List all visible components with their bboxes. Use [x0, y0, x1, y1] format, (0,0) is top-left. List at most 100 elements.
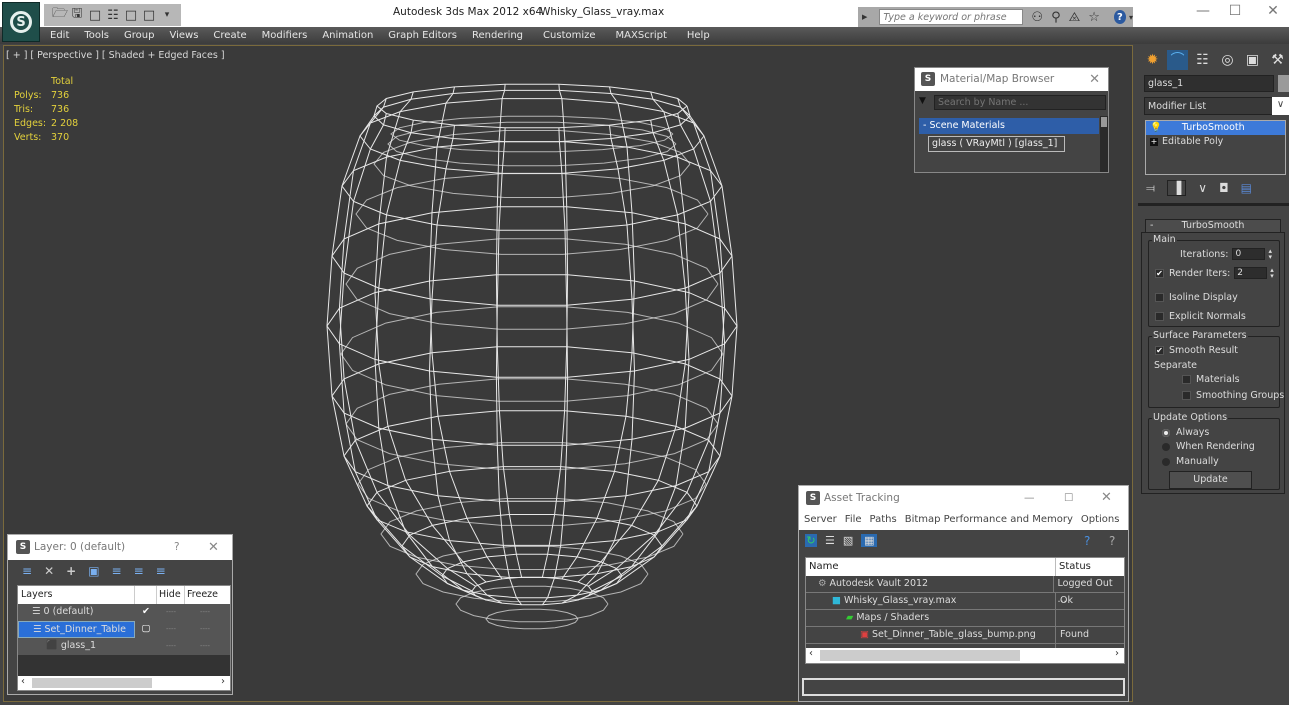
- menu-group[interactable]: Group: [124, 27, 154, 44]
- favorites-star-icon[interactable]: ☆: [1088, 10, 1100, 25]
- menu-options[interactable]: Options: [1081, 510, 1120, 530]
- scrollbar[interactable]: [1100, 116, 1108, 172]
- help-icon[interactable]: ?: [1113, 10, 1126, 24]
- scroll-right-icon[interactable]: ›: [1115, 648, 1119, 659]
- iterations-spinner[interactable]: 0: [1232, 248, 1266, 260]
- menu-animation[interactable]: Animation: [322, 27, 373, 44]
- asset-row[interactable]: ▣ Set_Dinner_Table_glass_bump.png Found: [806, 627, 1124, 644]
- scrollbar-thumb[interactable]: [32, 678, 152, 688]
- minimize-button[interactable]: —: [1188, 3, 1218, 23]
- asset-tracking-titlebar[interactable]: S Asset Tracking — ☐ ✕: [799, 486, 1128, 510]
- key-icon[interactable]: ⚲: [1051, 10, 1061, 25]
- expand-icon[interactable]: ▶: [862, 13, 867, 21]
- stack-item-turbosmooth[interactable]: 💡 TurboSmooth: [1146, 121, 1285, 135]
- hide-toggle[interactable]: ----: [157, 621, 185, 638]
- open-icon[interactable]: 🗁: [52, 4, 68, 26]
- column-current[interactable]: [135, 586, 157, 604]
- asset-row[interactable]: ▰ Maps / Shaders: [806, 610, 1124, 627]
- layer-manager-titlebar[interactable]: S Layer: 0 (default) ? ✕: [8, 535, 232, 560]
- render-iters-spinner[interactable]: 2: [1234, 267, 1268, 279]
- hide-all-icon[interactable]: ≡: [134, 564, 144, 578]
- asset-path-field[interactable]: [802, 678, 1125, 696]
- spinner-arrows-icon[interactable]: ▴ ▾: [1268, 248, 1276, 261]
- turbosmooth-rollout-header[interactable]: - TurboSmooth: [1145, 219, 1281, 233]
- close-icon[interactable]: ✕: [1101, 486, 1112, 510]
- freeze-toggle[interactable]: ----: [185, 638, 225, 655]
- freeze-all-icon[interactable]: ≡: [156, 564, 166, 578]
- freeze-toggle[interactable]: ----: [185, 621, 225, 638]
- asset-row[interactable]: ⚙ Autodesk Vault 2012 Logged Out ...: [806, 576, 1124, 605]
- table-view-icon[interactable]: ▦: [861, 534, 878, 547]
- hierarchy-tab-icon[interactable]: ☷: [1192, 50, 1213, 70]
- menu-graph-editors[interactable]: Graph Editors: [388, 27, 457, 44]
- modify-tab-icon[interactable]: ⌒: [1167, 50, 1188, 70]
- save-icon[interactable]: 🖫: [70, 4, 84, 26]
- scene-materials-group[interactable]: - Scene Materials: [919, 118, 1099, 134]
- menu-views[interactable]: Views: [169, 27, 198, 44]
- refresh-icon[interactable]: ↻: [805, 534, 817, 547]
- list-view-icon[interactable]: ☰: [825, 534, 835, 547]
- column-layers[interactable]: Layers: [18, 586, 135, 604]
- stack-item-editable-poly[interactable]: + Editable Poly: [1146, 135, 1285, 149]
- application-menu-button[interactable]: S: [2, 2, 40, 42]
- layer-row[interactable]: ☰ 0 (default) ✔ ---- ----: [18, 604, 230, 621]
- hide-toggle[interactable]: ----: [157, 638, 185, 655]
- explicit-normals-checkbox[interactable]: [1155, 312, 1164, 321]
- render-iters-checkbox[interactable]: ✔: [1155, 268, 1164, 278]
- menu-tools[interactable]: Tools: [84, 27, 109, 44]
- show-end-result-icon[interactable]: ▐: [1167, 180, 1187, 196]
- isoline-display-checkbox[interactable]: [1155, 293, 1164, 302]
- smooth-result-checkbox[interactable]: ✔: [1155, 346, 1164, 355]
- column-name[interactable]: Name: [806, 558, 1056, 576]
- column-hide[interactable]: Hide: [157, 586, 185, 604]
- search-input[interactable]: [879, 9, 1024, 25]
- menu-maxscript[interactable]: MAXScript: [616, 27, 667, 44]
- layer-row[interactable]: ⬛ glass_1 ---- ----: [18, 638, 230, 655]
- minimize-icon[interactable]: —: [1024, 486, 1035, 510]
- menu-modifiers[interactable]: Modifiers: [262, 27, 308, 44]
- satellite-icon[interactable]: ⨻: [1069, 10, 1081, 25]
- delete-layer-icon[interactable]: ✕: [44, 564, 54, 578]
- object-name-field[interactable]: glass_1: [1144, 75, 1274, 92]
- column-freeze[interactable]: Freeze: [185, 586, 220, 604]
- close-icon[interactable]: ✕: [1089, 68, 1100, 91]
- scroll-right-icon[interactable]: ›: [221, 676, 225, 687]
- materials-checkbox[interactable]: [1182, 375, 1191, 384]
- add-to-layer-icon[interactable]: +: [66, 564, 76, 578]
- binoculars-icon[interactable]: ⚇: [1031, 10, 1043, 25]
- configure-modifier-sets-icon[interactable]: ▤: [1241, 181, 1252, 195]
- current-layer-toggle[interactable]: ✔: [135, 604, 157, 621]
- select-layer-icon[interactable]: ≡: [112, 564, 122, 578]
- freeze-toggle[interactable]: ----: [185, 604, 225, 621]
- object-color-swatch[interactable]: [1278, 75, 1289, 92]
- asset-row[interactable]: ■ Whisky_Glass_vray.max Ok: [806, 593, 1124, 610]
- menu-customize[interactable]: Customize: [543, 27, 596, 44]
- options-dropdown-icon[interactable]: ▼: [919, 96, 926, 106]
- menu-help[interactable]: Help: [687, 27, 710, 44]
- close-icon[interactable]: ✕: [208, 535, 219, 560]
- create-tab-icon[interactable]: ✹: [1142, 50, 1163, 70]
- remove-modifier-icon[interactable]: ◘: [1219, 181, 1229, 195]
- redo-icon[interactable]: □: [142, 8, 156, 23]
- current-layer-toggle[interactable]: ▢: [135, 621, 157, 638]
- current-layer-toggle[interactable]: [135, 638, 157, 655]
- update-button[interactable]: Update: [1169, 471, 1252, 489]
- motion-tab-icon[interactable]: ◎: [1217, 50, 1238, 70]
- layer-row[interactable]: ☰ Set_Dinner_Table ▢ ---- ----: [18, 621, 230, 638]
- hide-toggle[interactable]: ----: [157, 604, 185, 621]
- menu-file[interactable]: File: [845, 510, 862, 530]
- menu-edit[interactable]: Edit: [50, 27, 69, 44]
- expand-plus-icon[interactable]: +: [1150, 138, 1158, 146]
- scroll-left-icon[interactable]: ‹: [809, 648, 813, 659]
- lightbulb-icon[interactable]: 💡: [1150, 122, 1162, 133]
- context-help-icon[interactable]: ?: [1109, 534, 1115, 548]
- material-search-input[interactable]: [934, 95, 1106, 110]
- material-item[interactable]: glass ( VRayMtl ) [glass_1]: [928, 136, 1065, 152]
- modifier-list-dropdown[interactable]: Modifier List: [1144, 97, 1273, 115]
- spinner-arrows-icon[interactable]: ▴ ▾: [1270, 267, 1278, 280]
- utilities-tab-icon[interactable]: ⚒: [1267, 50, 1288, 70]
- thumbnail-view-icon[interactable]: ▧: [843, 534, 853, 547]
- pin-stack-icon[interactable]: ⫤: [1146, 181, 1155, 196]
- menu-server[interactable]: Server: [804, 510, 837, 530]
- radio-always[interactable]: [1162, 428, 1170, 437]
